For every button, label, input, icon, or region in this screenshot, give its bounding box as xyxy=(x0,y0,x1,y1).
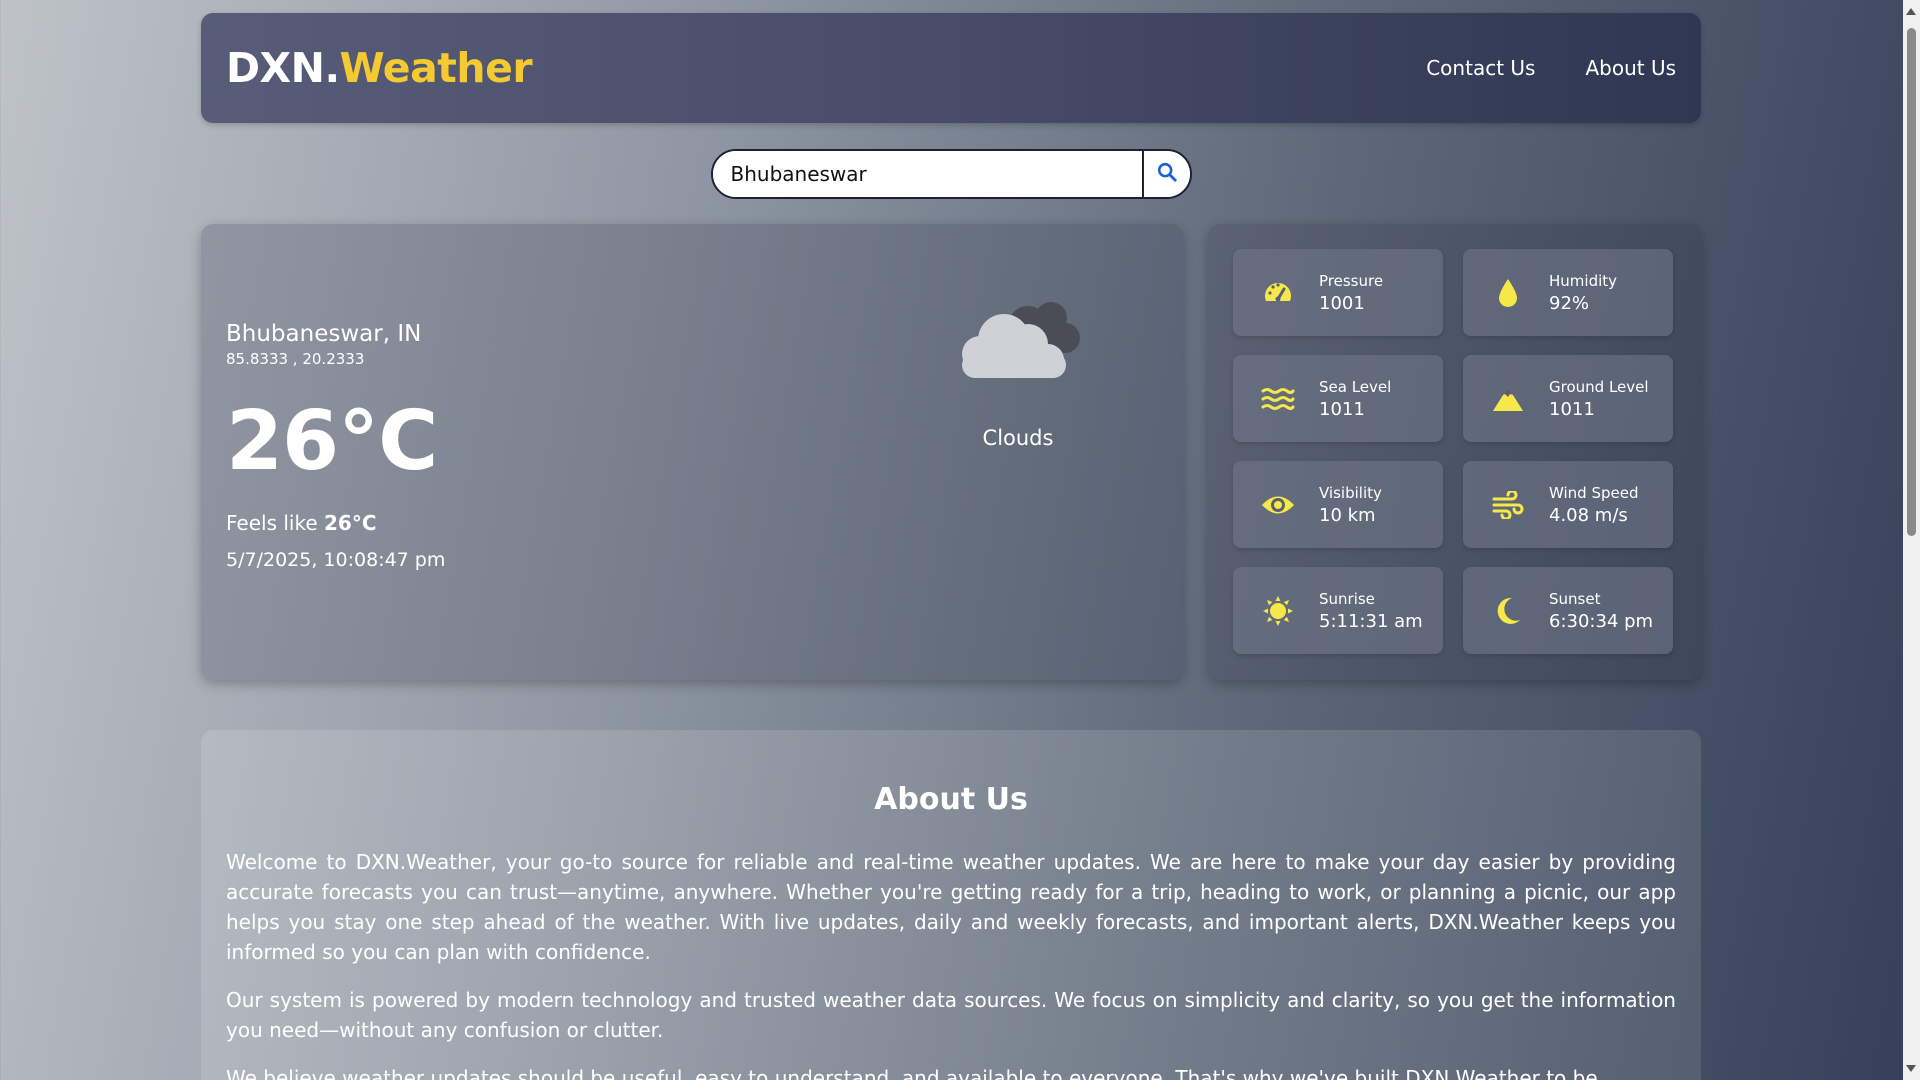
weather-details-card: Pressure 1001 Humidity 92% Sea Level 101… xyxy=(1208,224,1701,680)
stat-sunset: Sunset 6:30:34 pm xyxy=(1463,567,1673,654)
scroll-thumb[interactable] xyxy=(1907,28,1916,536)
condition-label: Clouds xyxy=(982,426,1054,450)
stat-label: Sunset xyxy=(1549,589,1601,608)
stat-ground-level: Ground Level 1011 xyxy=(1463,355,1673,442)
feels-like-label: Feels like xyxy=(226,511,324,535)
page: DXN.Weather Contact Us About Us Bhubanes… xyxy=(201,13,1701,1080)
stat-label: Visibility xyxy=(1319,483,1382,502)
stat-pressure: Pressure 1001 xyxy=(1233,249,1443,336)
sun-icon xyxy=(1261,594,1295,628)
stat-label: Ground Level xyxy=(1549,377,1649,396)
logo-text-weather: Weather xyxy=(339,44,533,92)
stat-label: Humidity xyxy=(1549,271,1618,290)
wind-icon xyxy=(1491,488,1525,522)
stat-visibility: Visibility 10 km xyxy=(1233,461,1443,548)
clouds-icon xyxy=(948,294,1088,388)
feels-like-value: 26°C xyxy=(324,511,377,535)
about-section: About Us Welcome to DXN.Weather, your go… xyxy=(201,730,1701,1080)
scroll-down-arrow-icon[interactable] xyxy=(1906,1065,1916,1072)
stat-label: Sunrise xyxy=(1319,589,1375,608)
stat-value: 6:30:34 pm xyxy=(1549,610,1654,632)
water-icon xyxy=(1261,382,1295,416)
search-icon xyxy=(1156,161,1178,187)
stat-wind-speed: Wind Speed 4.08 m/s xyxy=(1463,461,1673,548)
stat-value: 1001 xyxy=(1319,292,1365,314)
date-time: 5/7/2025, 10:08:47 pm xyxy=(226,549,446,571)
stat-label: Pressure xyxy=(1319,271,1384,290)
stat-label: Wind Speed xyxy=(1549,483,1639,502)
main-nav: Contact Us About Us xyxy=(1426,56,1676,80)
vertical-scrollbar[interactable] xyxy=(1903,0,1920,1080)
gauge-icon xyxy=(1261,276,1295,310)
stat-value: 1011 xyxy=(1319,398,1365,420)
scroll-up-arrow-icon[interactable] xyxy=(1906,8,1916,15)
about-paragraph: We believe weather updates should be use… xyxy=(226,1066,1598,1080)
current-weather-card: Bhubaneswar, IN 85.8333 , 20.2333 26°C F… xyxy=(201,224,1183,680)
feels-like: Feels like 26°C xyxy=(226,511,1158,535)
stat-humidity: Humidity 92% xyxy=(1463,249,1673,336)
about-paragraph: Welcome to DXN.Weather, your go-to sourc… xyxy=(226,850,1676,964)
search-button[interactable] xyxy=(1141,151,1190,197)
stat-sunrise: Sunrise 5:11:31 am xyxy=(1233,567,1443,654)
stat-value: 92% xyxy=(1549,292,1590,314)
about-title: About Us xyxy=(874,782,1028,817)
logo[interactable]: DXN.Weather xyxy=(226,44,533,92)
weather-condition: Clouds xyxy=(948,294,1088,450)
search-bar xyxy=(201,149,1701,199)
site-header: DXN.Weather Contact Us About Us xyxy=(201,13,1701,123)
stat-value: 5:11:31 am xyxy=(1319,610,1423,632)
nav-contact-us[interactable]: Contact Us xyxy=(1426,56,1535,80)
stat-value: 4.08 m/s xyxy=(1549,504,1628,526)
stat-value: 1011 xyxy=(1549,398,1595,420)
search-box xyxy=(710,149,1192,199)
stat-value: 10 km xyxy=(1319,504,1376,526)
logo-text-dxn: DXN. xyxy=(226,44,340,92)
moon-icon xyxy=(1491,594,1525,628)
about-paragraph: Our system is powered by modern technolo… xyxy=(226,988,1676,1042)
stat-sea-level: Sea Level 1011 xyxy=(1233,355,1443,442)
eye-icon xyxy=(1261,488,1295,522)
mountain-icon xyxy=(1491,382,1525,416)
search-input[interactable] xyxy=(712,151,1142,197)
stat-label: Sea Level xyxy=(1319,377,1392,396)
weather-cards: Bhubaneswar, IN 85.8333 , 20.2333 26°C F… xyxy=(201,224,1701,680)
nav-about-us[interactable]: About Us xyxy=(1585,56,1676,80)
droplet-icon xyxy=(1491,276,1525,310)
